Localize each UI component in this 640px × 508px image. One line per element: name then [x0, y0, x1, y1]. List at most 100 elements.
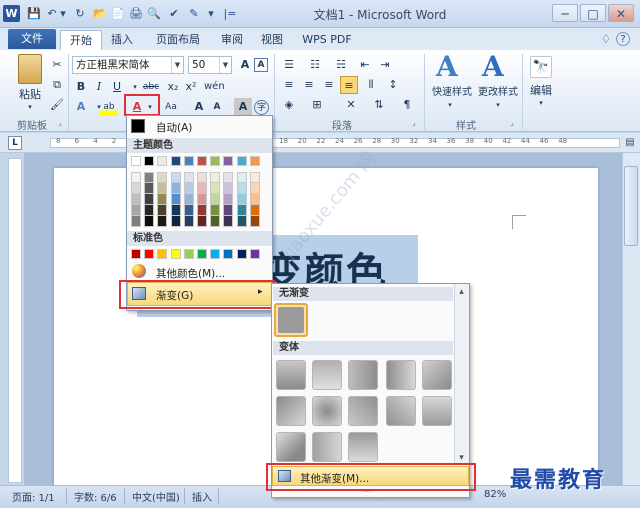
text-effect-icon[interactable]: A [72, 98, 90, 116]
theme-shade-swatch[interactable] [236, 183, 247, 194]
gradient-variant-option[interactable] [386, 360, 416, 390]
theme-shade-swatch[interactable] [144, 183, 155, 194]
standard-color-swatch[interactable] [170, 249, 181, 259]
theme-shade-swatch[interactable] [236, 205, 247, 216]
tab-home[interactable]: 开始 [60, 30, 102, 50]
standard-color-swatch[interactable] [210, 249, 221, 259]
menu-item-auto[interactable]: 自动(A) [156, 120, 192, 135]
gradient-scrollbar[interactable] [454, 284, 469, 464]
theme-color-swatch[interactable] [249, 156, 260, 166]
editing-dropdown-icon[interactable]: ▾ [526, 94, 556, 112]
menu-item-more-colors[interactable]: 其他颜色(M)... [156, 266, 225, 281]
font-size-combo[interactable]: 50 ▼ [188, 56, 232, 74]
theme-shade-swatch[interactable] [170, 205, 181, 216]
customize-dropdown-icon[interactable]: ▾ [206, 6, 216, 22]
gradient-variant-option[interactable] [422, 360, 452, 390]
theme-shade-swatch[interactable] [131, 205, 141, 216]
auto-color-swatch[interactable] [131, 119, 145, 133]
gradient-variant-option[interactable] [276, 360, 306, 390]
collapse-ribbon-icon[interactable]: ♢ [598, 31, 614, 47]
theme-color-swatch[interactable] [131, 156, 141, 166]
theme-shade-swatch[interactable] [197, 205, 207, 216]
theme-shade-swatch[interactable] [144, 194, 155, 205]
word-app-icon[interactable]: W [3, 5, 20, 22]
subscript-button[interactable]: x₂ [164, 78, 182, 96]
theme-shade-swatch[interactable] [249, 172, 260, 183]
undo-dropdown-icon[interactable]: ▾ [58, 6, 68, 22]
theme-color-swatch[interactable] [223, 156, 234, 166]
quick-styles-icon[interactable]: A [436, 50, 458, 83]
font-name-combo[interactable]: 方正粗黑宋简体 ▼ [72, 56, 184, 74]
theme-shade-swatch[interactable] [249, 183, 260, 194]
chevron-down-icon[interactable]: ▼ [171, 57, 183, 73]
save-icon[interactable]: 💾 [26, 6, 42, 22]
theme-shade-swatch[interactable] [157, 172, 168, 183]
gradient-variant-option[interactable] [348, 396, 378, 426]
status-page[interactable]: 页面: 1/1 [12, 489, 55, 504]
standard-color-swatch[interactable] [131, 249, 141, 259]
theme-shade-swatch[interactable] [197, 172, 207, 183]
tab-insert[interactable]: 插入 [104, 30, 140, 50]
theme-shade-swatch[interactable] [131, 194, 141, 205]
highlight-icon[interactable]: ab [100, 98, 118, 116]
status-insert-mode[interactable]: 插入 [192, 489, 212, 504]
resize-grip-icon[interactable]: ···· [362, 488, 371, 496]
gradient-variant-option[interactable] [312, 360, 342, 390]
bullets-icon[interactable]: ☰ [280, 56, 298, 74]
theme-shade-swatch[interactable] [157, 183, 168, 194]
show-marks-icon[interactable]: ¶ [398, 96, 416, 114]
customize-qat-icon[interactable]: |= [220, 6, 240, 22]
tab-view[interactable]: 视图 [254, 30, 290, 50]
standard-color-swatch[interactable] [183, 249, 194, 259]
no-gradient-option[interactable] [278, 307, 304, 333]
increase-indent-icon[interactable]: ⇥ [376, 56, 394, 74]
gradient-variant-option[interactable] [348, 432, 378, 462]
paste-dropdown-icon[interactable]: ▾ [14, 98, 46, 116]
theme-shade-swatch[interactable] [197, 183, 207, 194]
theme-shade-swatch[interactable] [236, 194, 247, 205]
char-shading-icon[interactable]: A [234, 98, 252, 116]
borders-icon[interactable]: ⊞ [308, 96, 326, 114]
gradient-variant-option[interactable] [276, 396, 306, 426]
theme-shade-swatch[interactable] [223, 183, 234, 194]
sort-icon[interactable]: ⇅ [370, 96, 388, 114]
cut-icon[interactable]: ✂ [48, 56, 66, 74]
grow-font-icon[interactable]: A [236, 56, 254, 74]
line-spacing-icon[interactable]: ↕ [384, 76, 402, 94]
theme-color-swatch[interactable] [157, 156, 168, 166]
tab-file[interactable]: 文件 [8, 29, 56, 49]
theme-shade-swatch[interactable] [210, 216, 221, 227]
theme-shade-swatch[interactable] [131, 172, 141, 183]
format-painter-icon[interactable]: 🖌 [48, 96, 66, 114]
standard-color-swatch[interactable] [197, 249, 207, 259]
gradient-variant-option[interactable] [422, 396, 452, 426]
scroll-up-icon[interactable]: ▴ [455, 286, 468, 298]
theme-color-swatch[interactable] [210, 156, 221, 166]
theme-shade-swatch[interactable] [249, 216, 260, 227]
scrollbar-thumb[interactable] [624, 166, 638, 246]
close-button[interactable]: ✕ [608, 4, 634, 22]
grow-font-button[interactable]: A [190, 98, 208, 116]
theme-shade-swatch[interactable] [131, 216, 141, 227]
gradient-variant-option[interactable] [276, 432, 306, 462]
help-icon[interactable]: ? [616, 32, 630, 46]
italic-button[interactable]: I [90, 78, 108, 96]
open-icon[interactable]: 📂 [92, 6, 108, 22]
numbering-icon[interactable]: ☷ [306, 56, 324, 74]
tab-selector-button[interactable]: L [8, 136, 22, 150]
redo-icon[interactable]: ↻ [72, 6, 88, 22]
theme-shade-swatch[interactable] [249, 205, 260, 216]
theme-shade-swatch[interactable] [197, 194, 207, 205]
chevron-down-icon[interactable]: ▼ [219, 57, 231, 73]
theme-color-swatch[interactable] [197, 156, 207, 166]
theme-shade-swatch[interactable] [183, 172, 194, 183]
theme-shade-swatch[interactable] [170, 183, 181, 194]
theme-shade-swatch[interactable] [210, 194, 221, 205]
theme-shade-swatch[interactable] [236, 216, 247, 227]
theme-shade-swatch[interactable] [210, 172, 221, 183]
standard-color-swatch[interactable] [223, 249, 234, 259]
copy-icon[interactable]: ⧉ [48, 76, 66, 94]
change-case-icon[interactable]: Aa [160, 98, 182, 116]
tab-page-layout[interactable]: 页面布局 [148, 30, 208, 50]
shading-icon[interactable]: ◈ [280, 96, 298, 114]
